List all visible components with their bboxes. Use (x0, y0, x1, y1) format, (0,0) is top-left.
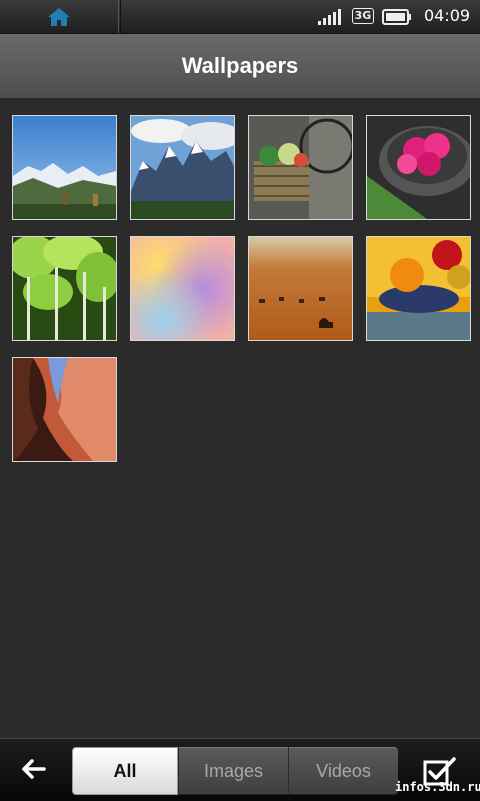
filter-tab-videos[interactable]: Videos (289, 747, 398, 795)
wallpaper-mountain-valley[interactable] (12, 115, 117, 220)
filter-tab-label: Videos (316, 760, 371, 781)
wallpaper-blurred-colors[interactable] (130, 236, 235, 341)
wallpaper-green-trees[interactable] (12, 236, 117, 341)
status-time: 04:09 (424, 6, 471, 25)
wallpaper-canyon[interactable] (12, 357, 117, 462)
home-button[interactable] (0, 0, 119, 33)
wallpaper-bicycle-basket[interactable] (248, 115, 353, 220)
filter-tab-label: All (113, 760, 137, 781)
network-3g-icon: 3G (352, 8, 374, 24)
wallpaper-snowy-peaks[interactable] (130, 115, 235, 220)
filter-tab-images[interactable]: Images (179, 747, 288, 795)
battery-icon (382, 9, 411, 25)
status-bar: 3G 04:09 (0, 0, 480, 34)
home-icon (48, 7, 70, 26)
signal-icon (318, 9, 341, 25)
title-bar: Wallpapers (0, 34, 480, 98)
wallpaper-fruit-bowl[interactable] (366, 236, 471, 341)
watermark-text: infos.3dn.ru (395, 780, 480, 794)
filter-tab-all[interactable]: All (72, 747, 178, 795)
status-divider (120, 0, 121, 33)
filter-tab-label: Images (203, 760, 264, 781)
back-arrow-icon (22, 759, 46, 779)
back-button[interactable] (14, 753, 54, 785)
wallpaper-desert-camels[interactable] (248, 236, 353, 341)
page-title: Wallpapers (181, 53, 299, 78)
wallpaper-pink-flowers-bowl[interactable] (366, 115, 471, 220)
